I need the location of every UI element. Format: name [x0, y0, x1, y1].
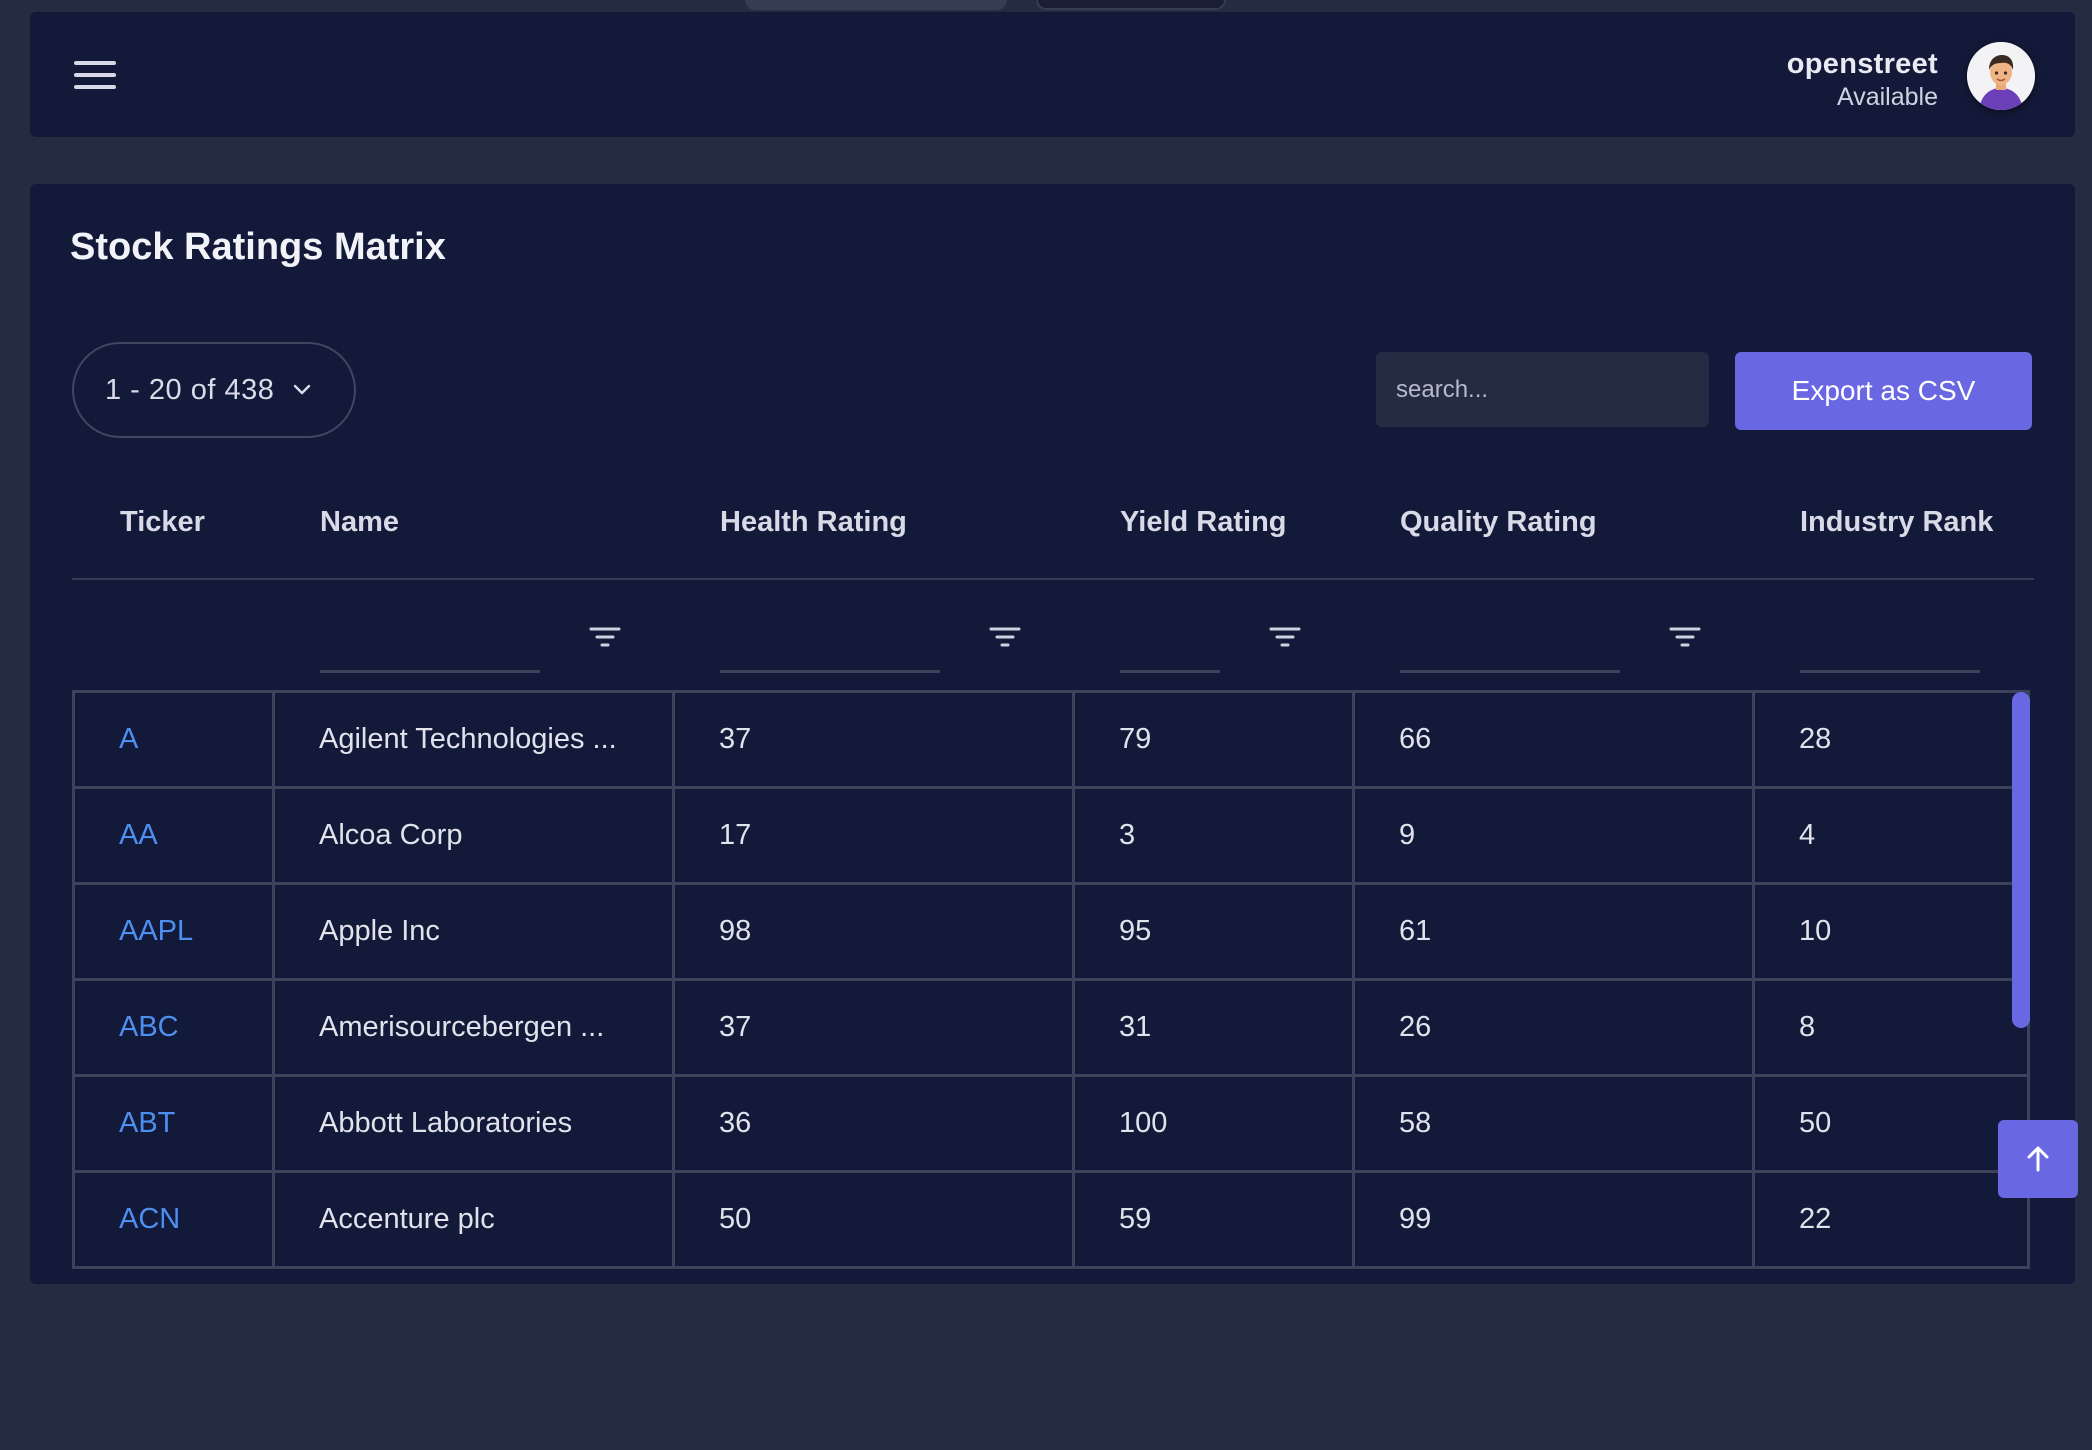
- column-header-quality[interactable]: Quality Rating: [1400, 506, 1597, 539]
- industry-rank-cell: 22: [1752, 1170, 2030, 1269]
- quality-rating-cell: 26: [1352, 978, 1755, 1077]
- back-to-top-button[interactable]: [1998, 1120, 2078, 1198]
- ticker-link[interactable]: AA: [72, 786, 275, 885]
- table-row[interactable]: AA Alcoa Corp 17 3 9 4: [72, 786, 2030, 885]
- column-header-yield[interactable]: Yield Rating: [1120, 506, 1287, 539]
- health-rating-cell: 37: [672, 978, 1075, 1077]
- company-name-cell: Amerisourcebergen ...: [272, 978, 675, 1077]
- ratings-table: A Agilent Technologies ... 37 79 66 28 A…: [72, 690, 2058, 1450]
- export-csv-button[interactable]: Export as CSV: [1735, 352, 2032, 430]
- ticker-link[interactable]: ABT: [72, 1074, 275, 1173]
- health-rating-cell: 98: [672, 882, 1075, 981]
- yield-rating-cell: 3: [1072, 786, 1355, 885]
- quality-rating-cell: 61: [1352, 882, 1755, 981]
- app-header: openstreet Available: [30, 12, 2075, 137]
- yield-filter-field[interactable]: [1120, 670, 1220, 673]
- header-divider: [72, 578, 2034, 580]
- table-row[interactable]: AAPL Apple Inc 98 95 61 10: [72, 882, 2030, 981]
- yield-rating-cell: 79: [1072, 690, 1355, 789]
- chevron-down-icon: [294, 384, 311, 395]
- table-row[interactable]: ACN Accenture plc 50 59 99 22: [72, 1170, 2030, 1269]
- quality-filter-field[interactable]: [1400, 670, 1620, 673]
- hamburger-menu-icon[interactable]: [74, 58, 116, 92]
- health-rating-cell: 37: [672, 690, 1075, 789]
- pagination-dropdown[interactable]: 1 - 20 of 438: [72, 342, 356, 438]
- top-tab[interactable]: [1036, 0, 1226, 10]
- user-info: openstreet Available: [1787, 48, 1938, 112]
- company-name-cell: Agilent Technologies ...: [272, 690, 675, 789]
- industry-rank-cell: 50: [1752, 1074, 2030, 1173]
- ticker-link[interactable]: A: [72, 690, 275, 789]
- username: openstreet: [1786, 48, 1938, 80]
- yield-rating-cell: 95: [1072, 882, 1355, 981]
- health-rating-cell: 17: [672, 786, 1075, 885]
- company-name-cell: Apple Inc: [272, 882, 675, 981]
- ratings-card: Stock Ratings Matrix 1 - 20 of 438 Expor…: [30, 184, 2075, 1284]
- industry-rank-cell: 10: [1752, 882, 2030, 981]
- industry-rank-cell: 4: [1752, 786, 2030, 885]
- yield-rating-cell: 31: [1072, 978, 1355, 1077]
- industry-rank-cell: 28: [1752, 690, 2030, 789]
- table-scrollbar[interactable]: [2012, 692, 2030, 1028]
- column-header-name[interactable]: Name: [320, 506, 399, 539]
- company-name-cell: Alcoa Corp: [272, 786, 675, 885]
- column-header-industry-rank[interactable]: Industry Rank: [1800, 506, 1993, 539]
- health-filter-field[interactable]: [720, 670, 940, 673]
- health-rating-cell: 50: [672, 1170, 1075, 1269]
- column-header-ticker[interactable]: Ticker: [120, 506, 205, 539]
- pagination-label: 1 - 20 of 438: [105, 373, 275, 406]
- filter-icon[interactable]: [988, 622, 1022, 652]
- quality-rating-cell: 9: [1352, 786, 1755, 885]
- browser-top-tabs: [0, 0, 2092, 12]
- ticker-link[interactable]: ACN: [72, 1170, 275, 1269]
- yield-rating-cell: 100: [1072, 1074, 1355, 1173]
- filter-icon[interactable]: [1668, 622, 1702, 652]
- filter-icon[interactable]: [588, 622, 622, 652]
- industry-rank-filter-field[interactable]: [1800, 670, 1980, 673]
- column-header-health[interactable]: Health Rating: [720, 506, 907, 539]
- name-filter-field[interactable]: [320, 670, 540, 673]
- page-title: Stock Ratings Matrix: [70, 226, 446, 268]
- table-row[interactable]: A Agilent Technologies ... 37 79 66 28: [72, 690, 2030, 789]
- search-input[interactable]: [1376, 352, 1709, 427]
- ticker-link[interactable]: ABC: [72, 978, 275, 1077]
- quality-rating-cell: 99: [1352, 1170, 1755, 1269]
- industry-rank-cell: 8: [1752, 978, 2030, 1077]
- table-row[interactable]: ABT Abbott Laboratories 36 100 58 50: [72, 1074, 2030, 1173]
- yield-rating-cell: 59: [1072, 1170, 1355, 1269]
- filter-icon[interactable]: [1268, 622, 1302, 652]
- company-name-cell: Accenture plc: [272, 1170, 675, 1269]
- arrow-up-icon: [2027, 1146, 2049, 1172]
- company-name-cell: Abbott Laboratories: [272, 1074, 675, 1173]
- health-rating-cell: 36: [672, 1074, 1075, 1173]
- quality-rating-cell: 58: [1352, 1074, 1755, 1173]
- table-row[interactable]: ABC Amerisourcebergen ... 37 31 26 8: [72, 978, 2030, 1077]
- user-status: Available: [1836, 83, 1938, 111]
- top-tab-active[interactable]: [745, 0, 1007, 10]
- ticker-link[interactable]: AAPL: [72, 882, 275, 981]
- quality-rating-cell: 66: [1352, 690, 1755, 789]
- avatar[interactable]: [1967, 42, 2035, 110]
